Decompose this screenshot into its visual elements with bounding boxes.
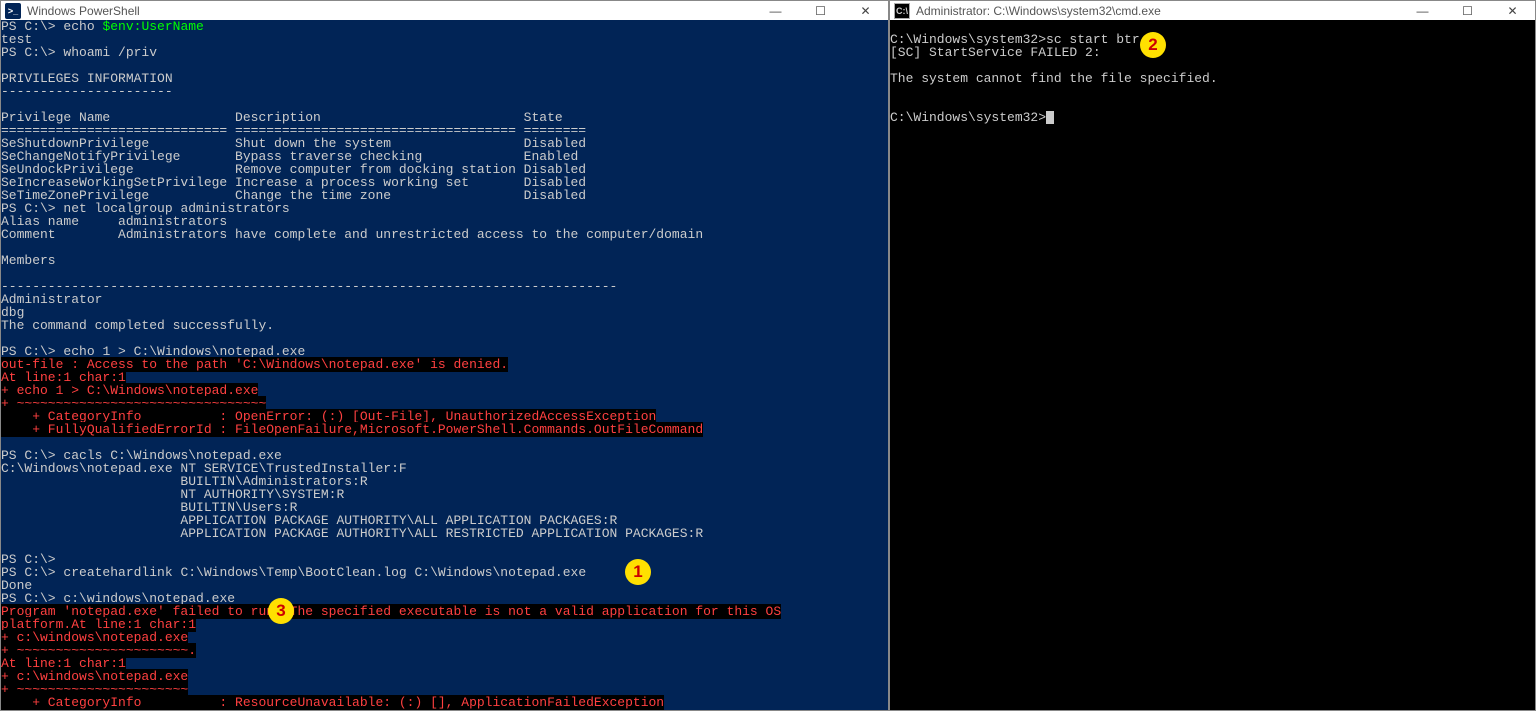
terminal-line: ---------------------- xyxy=(1,85,888,98)
terminal-line: PS C:\> echo $env:UserName xyxy=(1,20,888,33)
terminal-line: + FullyQualifiedErrorId : FileOpenFailur… xyxy=(1,423,888,436)
terminal-text: Comment Administrators have complete and… xyxy=(1,227,703,242)
terminal-line: [SC] StartService FAILED 2: xyxy=(890,46,1535,59)
close-button[interactable]: ✕ xyxy=(1490,1,1535,20)
terminal-text: $env:UserName xyxy=(102,20,203,34)
terminal-text: The command completed successfully. xyxy=(1,318,274,333)
terminal-text: The system cannot find the file specifie… xyxy=(890,71,1218,86)
terminal-line: out-file : Access to the path 'C:\Window… xyxy=(1,358,888,371)
cmd-titlebar[interactable]: C:\ Administrator: C:\Windows\system32\c… xyxy=(890,1,1535,20)
cmd-title: Administrator: C:\Windows\system32\cmd.e… xyxy=(916,4,1400,18)
cmd-terminal[interactable]: C:\Windows\system32>sc start btr[SC] Sta… xyxy=(890,20,1535,710)
terminal-line xyxy=(1,540,888,553)
minimize-button[interactable]: — xyxy=(753,1,798,20)
terminal-text: [SC] StartService FAILED 2: xyxy=(890,45,1101,60)
powershell-icon: >_ xyxy=(5,3,21,19)
maximize-button[interactable]: ☐ xyxy=(1445,1,1490,20)
terminal-line: ----------------------------------------… xyxy=(1,280,888,293)
minimize-button[interactable]: — xyxy=(1400,1,1445,20)
terminal-line: Administrator xyxy=(1,293,888,306)
terminal-text: echo xyxy=(63,20,102,34)
close-button[interactable]: ✕ xyxy=(843,1,888,20)
terminal-line: PS C:\> whoami /priv xyxy=(1,46,888,59)
terminal-line: + CategoryInfo : ResourceUnavailable: (:… xyxy=(1,696,888,709)
terminal-line: + ~~~~~~~~~~~~~~~~~~~~~~. xyxy=(1,644,888,657)
terminal-line: Members xyxy=(1,254,888,267)
cmd-window-controls: — ☐ ✕ xyxy=(1400,1,1535,20)
terminal-line xyxy=(1,241,888,254)
terminal-text: /priv xyxy=(118,45,157,60)
terminal-text: C:\Windows\system32> xyxy=(890,110,1046,125)
powershell-window: >_ Windows PowerShell — ☐ ✕ PS C:\> echo… xyxy=(0,0,889,711)
terminal-text: createhardlink xyxy=(63,565,180,580)
terminal-cursor xyxy=(1046,111,1054,124)
terminal-text: + CategoryInfo : ResourceUnavailable: (:… xyxy=(1,695,664,710)
terminal-line: The command completed successfully. xyxy=(1,319,888,332)
terminal-line: Comment Administrators have complete and… xyxy=(1,228,888,241)
powershell-title: Windows PowerShell xyxy=(27,4,753,18)
terminal-line: C:\Windows\system32> xyxy=(890,111,1535,124)
terminal-text: Members xyxy=(1,253,56,268)
terminal-line: The system cannot find the file specifie… xyxy=(890,72,1535,85)
powershell-titlebar[interactable]: >_ Windows PowerShell — ☐ ✕ xyxy=(1,1,888,20)
annotation-bubble-1: 1 xyxy=(625,559,651,585)
terminal-line: APPLICATION PACKAGE AUTHORITY\ALL RESTRI… xyxy=(1,527,888,540)
maximize-button[interactable]: ☐ xyxy=(798,1,843,20)
terminal-text: APPLICATION PACKAGE AUTHORITY\ALL RESTRI… xyxy=(1,526,703,541)
terminal-text: ---------------------- xyxy=(1,84,173,99)
terminal-text: whoami xyxy=(63,45,118,60)
annotation-bubble-3: 3 xyxy=(268,598,294,624)
terminal-text: + FullyQualifiedErrorId : FileOpenFailur… xyxy=(1,422,703,437)
terminal-line: PS C:\> createhardlink C:\Windows\Temp\B… xyxy=(1,566,888,579)
annotation-bubble-2: 2 xyxy=(1140,32,1166,58)
terminal-text: C:\Windows\Temp\BootClean.log C:\Windows… xyxy=(180,565,586,580)
powershell-window-controls: — ☐ ✕ xyxy=(753,1,888,20)
terminal-text: PS C:\> xyxy=(1,45,63,60)
terminal-text: The specified executable is not a valid … xyxy=(290,604,781,619)
cmd-icon: C:\ xyxy=(894,3,910,19)
terminal-line xyxy=(890,85,1535,98)
powershell-terminal[interactable]: PS C:\> echo $env:UserNametestPS C:\> wh… xyxy=(1,20,888,710)
cmd-window: C:\ Administrator: C:\Windows\system32\c… xyxy=(889,0,1536,711)
